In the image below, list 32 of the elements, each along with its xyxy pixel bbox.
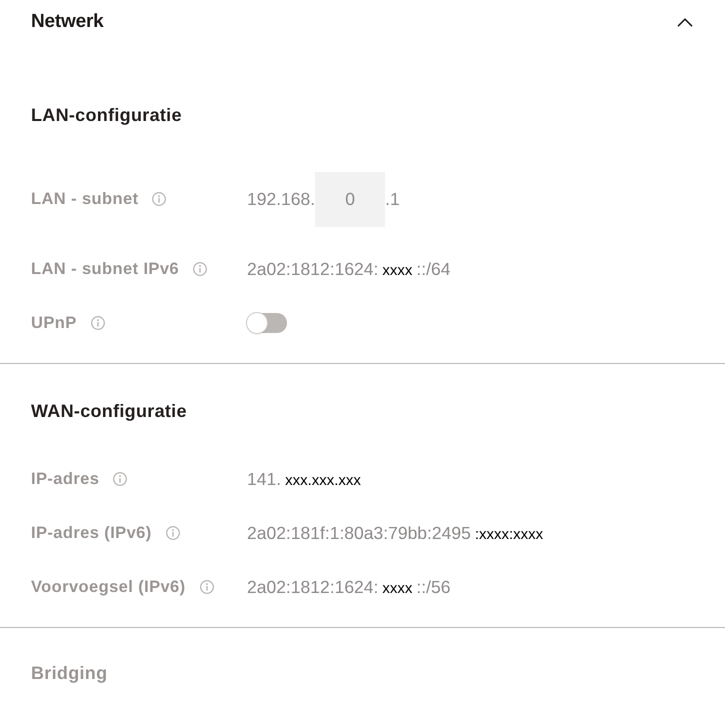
section-title: Bridging <box>31 662 108 685</box>
ip-prefix: 192.168. <box>247 188 316 210</box>
address-part: ::/64 <box>416 258 450 280</box>
section-title: WAN-configuratie <box>31 400 187 423</box>
panel-title: Netwerk <box>31 11 104 33</box>
address-part: 141. <box>247 468 282 490</box>
masked-address-part: xxxx <box>381 580 414 596</box>
toggle-switch[interactable] <box>247 313 287 333</box>
section-title: LAN-configuratie <box>31 104 182 127</box>
info-icon[interactable] <box>152 192 166 206</box>
info-icon[interactable] <box>90 316 105 330</box>
address-part: 2a02:181f:1:80a3:79bb:2495 <box>247 522 471 544</box>
masked-address-part: xxxx <box>381 262 414 278</box>
setting-label: LAN - subnet IPv6 <box>31 260 179 278</box>
input-field[interactable]: 0 <box>315 172 386 226</box>
info-icon[interactable] <box>113 472 128 486</box>
ip-suffix: .1 <box>385 188 400 210</box>
setting-label: Voorvoegsel (IPv6) <box>31 578 186 596</box>
setting-label: IP-adres <box>31 470 100 488</box>
setting-label: UPnP <box>31 314 77 332</box>
masked-address-part: :xxxx:xxxx <box>474 526 544 542</box>
setting-label: LAN - subnet <box>31 190 138 208</box>
setting-label: IP-adres (IPv6) <box>31 524 152 542</box>
masked-address-part: xxx.xxx.xxx <box>284 472 362 488</box>
info-icon[interactable] <box>193 262 207 276</box>
info-icon[interactable] <box>200 580 214 594</box>
address-part: 2a02:1812:1624: <box>247 576 378 598</box>
chevron-icon <box>677 18 693 26</box>
info-icon[interactable] <box>166 526 180 540</box>
address-part: ::/56 <box>416 576 450 598</box>
collapse-button[interactable] <box>676 16 694 28</box>
address-part: 2a02:1812:1624: <box>247 258 378 280</box>
